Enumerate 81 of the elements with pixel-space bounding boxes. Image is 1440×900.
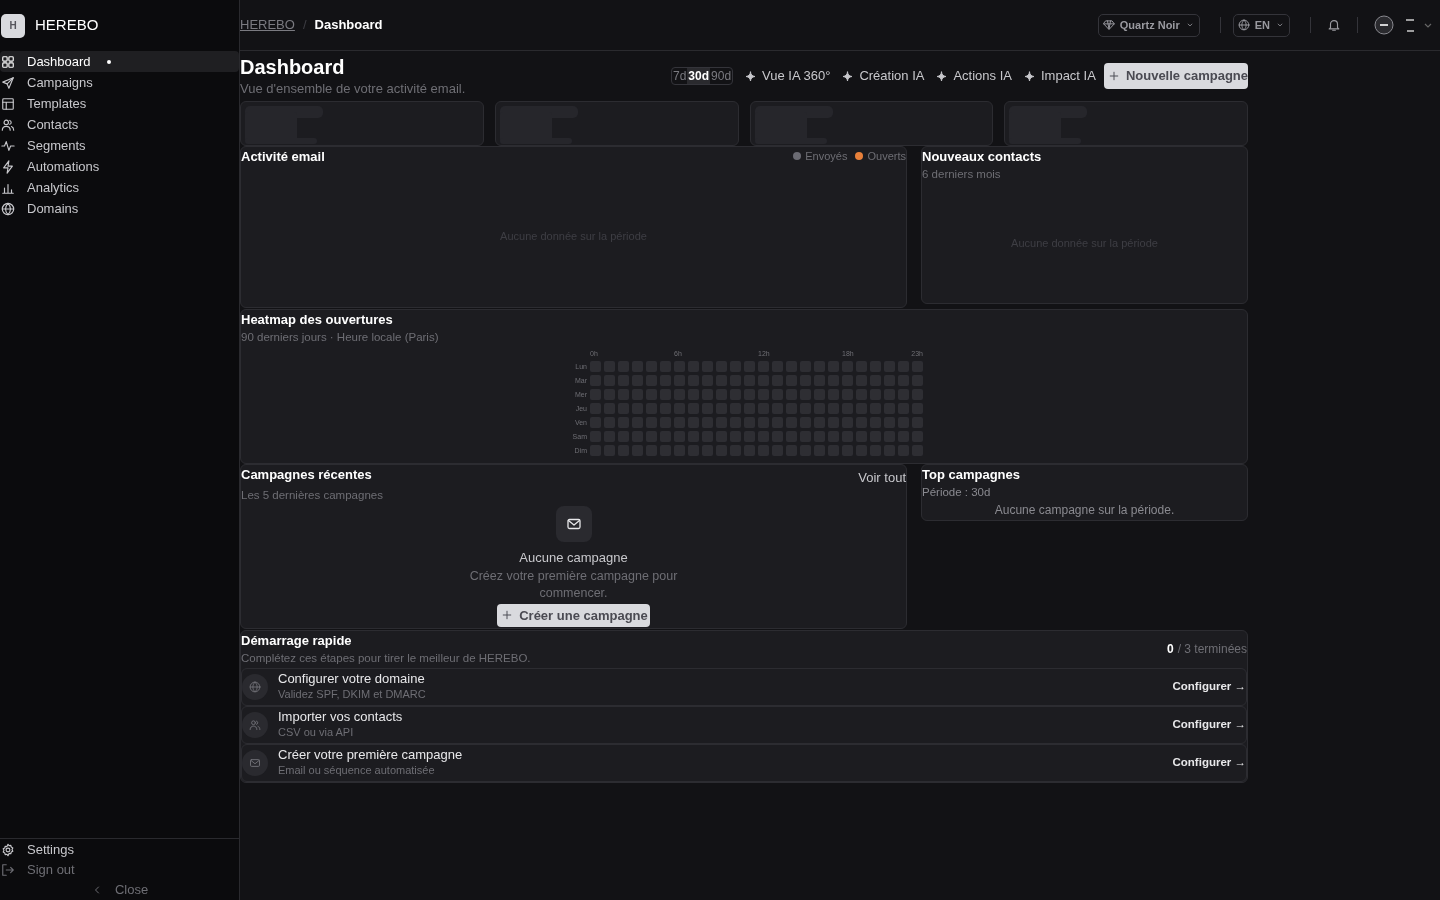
ai-link[interactable]: Vue IA 360° xyxy=(745,66,831,86)
users-icon xyxy=(249,718,261,731)
breadcrumb-separator: / xyxy=(302,16,307,35)
panel-subtitle: Complétez ces étapes pour tirer le meilleur de HEREBO. xyxy=(241,651,531,667)
diamond-icon xyxy=(1102,19,1115,31)
close-sidebar-button[interactable]: Close xyxy=(0,880,239,900)
globe-icon xyxy=(249,680,261,693)
period-tab[interactable]: 7d xyxy=(672,68,688,84)
avatar-icon[interactable] xyxy=(1374,15,1394,35)
breadcrumb-item[interactable]: HEREBO xyxy=(240,15,295,35)
panel-subtitle: 6 derniers mois xyxy=(922,167,1002,182)
logo: H xyxy=(1,13,25,38)
sidebar-item[interactable]: Analytics xyxy=(0,177,239,198)
language-select[interactable]: EN xyxy=(1232,13,1290,37)
pulse-icon xyxy=(1,138,15,153)
panel-title: Démarrage rapide xyxy=(241,631,353,650)
completed-total: / 3 terminées xyxy=(1177,640,1247,658)
configure-link[interactable]: Configurer → xyxy=(1172,753,1246,772)
sidebar-item[interactable]: Domains xyxy=(0,198,239,219)
sidebar-item[interactable]: Campaigns xyxy=(0,72,239,93)
globe-icon xyxy=(1237,19,1250,31)
sidebar-item[interactable]: Segments xyxy=(0,135,239,156)
page-subtitle: Vue d'ensemble de votre activité email. xyxy=(240,80,466,98)
panel-subtitle: 90 derniers jours · Heure locale (Paris) xyxy=(241,330,440,345)
active-dot xyxy=(106,59,111,64)
period-tab[interactable]: 30d xyxy=(687,68,711,84)
configure-link[interactable]: Configurer → xyxy=(1172,715,1246,734)
settings-icon xyxy=(1,843,15,857)
sidebar-item[interactable]: Templates xyxy=(0,93,239,114)
new-campaign-button[interactable]: Nouvelle campagne xyxy=(1103,63,1248,89)
step-title: Importer vos contacts xyxy=(278,709,403,725)
create-campaign-button[interactable]: Créer une campagne xyxy=(497,603,650,627)
users-icon xyxy=(1,117,15,132)
ai-link[interactable]: Actions IA xyxy=(936,66,1012,86)
empty-text: Créez votre première campagne pour commencer. xyxy=(468,567,679,602)
step-title: Configurer votre domaine xyxy=(278,671,426,687)
sidebar-item[interactable]: Settings xyxy=(0,840,239,860)
configure-link[interactable]: Configurer → xyxy=(1172,677,1246,696)
panel-title: Top campagnes xyxy=(922,465,1021,484)
sidebar-item[interactable]: Contacts xyxy=(0,114,239,135)
sparkle-icon xyxy=(745,70,757,82)
sparkle-icon xyxy=(842,70,854,82)
panel-title: Campagnes récentes xyxy=(241,465,372,484)
ai-link[interactable]: Création IA xyxy=(842,66,925,86)
plus-icon xyxy=(501,609,514,622)
step-description: Validez SPF, DKIM et DMARC xyxy=(278,687,426,702)
ai-link[interactable]: Impact IA xyxy=(1023,66,1096,86)
theme-select[interactable]: Quartz Noir xyxy=(1097,13,1200,37)
panel-title: Heatmap des ouvertures xyxy=(241,310,394,329)
notifications-button[interactable] xyxy=(1327,18,1341,32)
step-title: Créer votre première campagne xyxy=(278,747,463,763)
sidebar-item[interactable]: Automations xyxy=(0,156,239,177)
panel-title: Nouveaux contacts xyxy=(922,147,1043,166)
sidebar-item[interactable]: Sign out xyxy=(0,860,239,880)
panel-title: Activité email xyxy=(241,147,325,166)
period-tab[interactable]: 90d xyxy=(710,68,733,84)
step-description: CSV ou via API xyxy=(278,725,355,740)
step-description: Email ou séquence automatisée xyxy=(278,763,436,778)
bell-icon xyxy=(1327,18,1341,32)
mail-icon xyxy=(249,756,261,769)
send-icon xyxy=(1,75,15,90)
view-all-link[interactable]: Voir tout xyxy=(858,467,906,487)
lightning-icon xyxy=(1,159,15,174)
panel-subtitle: Période : 30d xyxy=(922,485,992,500)
layout-icon xyxy=(1,96,15,111)
legend-label: Envoyés xyxy=(805,149,848,164)
plus-icon xyxy=(1107,70,1120,82)
empty-title: Aucune campagne xyxy=(519,549,628,568)
completed-count: 0 xyxy=(1166,640,1174,658)
page-title: Dashboard xyxy=(240,55,346,79)
dashboard-icon xyxy=(1,54,15,69)
legend-label: Ouverts xyxy=(867,149,906,164)
breadcrumb-item: Dashboard xyxy=(314,16,383,35)
empty-message: Aucune campagne sur la période. xyxy=(993,502,1176,520)
sidebar-item[interactable]: Dashboard xyxy=(0,51,239,72)
sparkle-icon xyxy=(936,70,948,82)
globe-icon xyxy=(1,201,15,216)
brand-name: HEREBO xyxy=(35,15,99,36)
sparkle-icon xyxy=(1023,70,1035,82)
sign-out-icon xyxy=(1,863,15,877)
panel-subtitle: Les 5 dernières campagnes xyxy=(241,488,384,503)
